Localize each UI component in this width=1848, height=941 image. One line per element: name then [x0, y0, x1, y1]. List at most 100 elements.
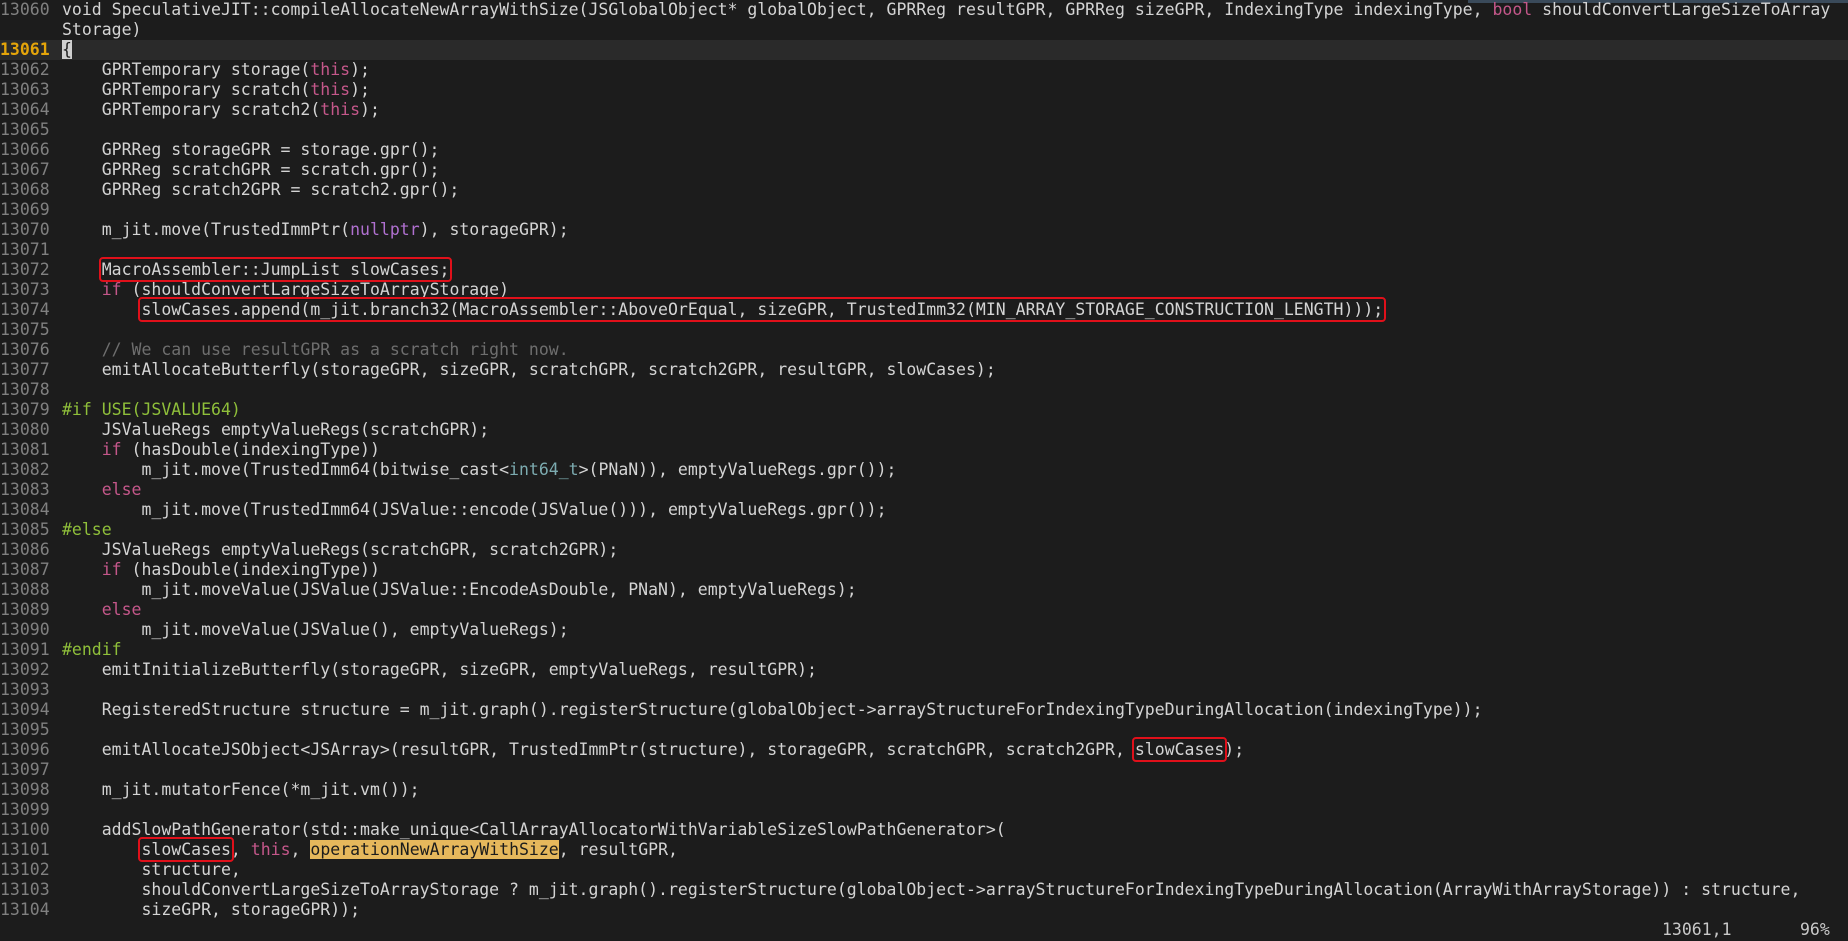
line-number: 13104: [0, 900, 50, 919]
line-text: GPRTemporary storage(this);: [62, 60, 370, 79]
code-line[interactable]: 13082 m_jit.move(TrustedImm64(bitwise_ca…: [0, 460, 1848, 480]
line-number: 13086: [0, 540, 50, 559]
code-line[interactable]: 13071: [0, 240, 1848, 260]
line-number: 13080: [0, 420, 50, 439]
code-line[interactable]: 13075: [0, 320, 1848, 340]
code-line[interactable]: 13087 if (hasDouble(indexingType)): [0, 560, 1848, 580]
line-text: GPRTemporary scratch2(this);: [62, 100, 380, 119]
line-number: 13083: [0, 480, 50, 499]
code-line[interactable]: 13103 shouldConvertLargeSizeToArrayStora…: [0, 880, 1848, 900]
line-number: 13085: [0, 520, 50, 539]
code-line[interactable]: 13079 #if USE(JSVALUE64): [0, 400, 1848, 420]
code-line[interactable]: 13066 GPRReg storageGPR = storage.gpr();: [0, 140, 1848, 160]
code-line[interactable]: 13084 m_jit.move(TrustedImm64(JSValue::e…: [0, 500, 1848, 520]
line-text: #else: [62, 520, 112, 539]
code-line[interactable]: 13060 void SpeculativeJIT::compileAllocat…: [0, 0, 1848, 20]
text-cursor: {: [62, 40, 72, 59]
code-line[interactable]: 13081 if (hasDouble(indexingType)): [0, 440, 1848, 460]
code-line[interactable]: 13090 m_jit.moveValue(JSValue(), emptyVa…: [0, 620, 1848, 640]
line-number: 13071: [0, 240, 50, 259]
line-text: #endif: [62, 640, 122, 659]
code-line[interactable]: 13094 RegisteredStructure structure = m_…: [0, 700, 1848, 720]
line-text: m_jit.moveValue(JSValue(), emptyValueReg…: [62, 620, 569, 639]
line-text: slowCases.append(m_jit.branch32(MacroAss…: [138, 297, 1387, 322]
code-line[interactable]: 13067 GPRReg scratchGPR = scratch.gpr();: [0, 160, 1848, 180]
code-line[interactable]: 13080 JSValueRegs emptyValueRegs(scratch…: [0, 420, 1848, 440]
line-text: slowCases, this, operationNewArrayWithSi…: [138, 837, 678, 862]
code-line[interactable]: 13104 sizeGPR, storageGPR));: [0, 900, 1848, 920]
line-text: m_jit.moveValue(JSValue(JSValue::EncodeA…: [62, 580, 857, 599]
code-line[interactable]: 13077 emitAllocateButterfly(storageGPR, …: [0, 360, 1848, 380]
line-number: 13074: [0, 300, 50, 319]
line-number: 13100: [0, 820, 50, 839]
line-number: 13089: [0, 600, 50, 619]
line-text: Storage): [62, 20, 142, 39]
line-text: if (hasDouble(indexingType)): [101, 560, 380, 579]
line-number: 13078: [0, 380, 50, 399]
code-lines: 13060 void SpeculativeJIT::compileAllocat…: [0, 0, 1848, 920]
line-number: 13061: [0, 40, 50, 59]
line-number: 13088: [0, 580, 50, 599]
line-number: 13066: [0, 140, 50, 159]
code-line[interactable]: 13061 {: [0, 40, 1848, 60]
code-line[interactable]: 13063 GPRTemporary scratch(this);: [0, 80, 1848, 100]
line-text: emitInitializeButterfly(storageGPR, size…: [62, 660, 817, 679]
code-line[interactable]: 13093: [0, 680, 1848, 700]
code-line[interactable]: 13102 structure,: [0, 860, 1848, 880]
line-number: 13096: [0, 740, 50, 759]
line-number: 13102: [0, 860, 50, 879]
line-number: 13087: [0, 560, 50, 579]
code-line[interactable]: 13101 slowCases, this, operationNewArray…: [0, 837, 1848, 862]
code-line[interactable]: 13091 #endif: [0, 640, 1848, 660]
line-text: shouldConvertLargeSizeToArrayStorage ? m…: [62, 880, 1801, 899]
code-line[interactable]: 13085 #else: [0, 520, 1848, 540]
code-line[interactable]: 13089 else: [0, 600, 1848, 620]
code-line[interactable]: 13064 GPRTemporary scratch2(this);: [0, 100, 1848, 120]
code-line[interactable]: 13096 emitAllocateJSObject<JSArray>(resu…: [0, 737, 1848, 762]
code-line[interactable]: 13070 m_jit.move(TrustedImmPtr(nullptr),…: [0, 220, 1848, 240]
code-line[interactable]: 13074 slowCases.append(m_jit.branch32(Ma…: [0, 297, 1848, 322]
code-line[interactable]: 13083 else: [0, 480, 1848, 500]
code-line[interactable]: 13100 addSlowPathGenerator(std::make_uni…: [0, 820, 1848, 840]
code-line[interactable]: 13065: [0, 120, 1848, 140]
code-line[interactable]: 13086 JSValueRegs emptyValueRegs(scratch…: [0, 540, 1848, 560]
line-number: 13064: [0, 100, 50, 119]
line-number: 13060: [0, 0, 50, 19]
code-line[interactable]: 13076 // We can use resultGPR as a scrat…: [0, 340, 1848, 360]
line-text: else: [101, 600, 142, 619]
code-line[interactable]: 13099: [0, 800, 1848, 820]
line-text: GPRReg scratchGPR = scratch.gpr();: [62, 160, 440, 179]
line-number: 13090: [0, 620, 50, 639]
line-number: 13076: [0, 340, 50, 359]
code-line[interactable]: Storage): [0, 20, 1848, 40]
line-number: 13099: [0, 800, 50, 819]
line-text: GPRReg storageGPR = storage.gpr();: [62, 140, 440, 159]
line-text: JSValueRegs emptyValueRegs(scratchGPR, s…: [62, 540, 619, 559]
code-line[interactable]: 13072 MacroAssembler::JumpList slowCases…: [0, 257, 1848, 282]
line-text: #if USE(JSVALUE64): [62, 400, 241, 419]
line-text: emitAllocateJSObject<JSArray>(resultGPR,…: [62, 737, 1245, 762]
line-number: 13097: [0, 760, 50, 779]
code-line[interactable]: 13097: [0, 760, 1848, 780]
code-line[interactable]: 13069: [0, 200, 1848, 220]
code-line[interactable]: 13095: [0, 720, 1848, 740]
line-text: void SpeculativeJIT::compileAllocateNewA…: [62, 0, 1831, 19]
line-text: else: [101, 480, 142, 499]
line-number: 13063: [0, 80, 50, 99]
code-editor[interactable]: 13060 void SpeculativeJIT::compileAllocat…: [0, 0, 1848, 941]
line-number: 13081: [0, 440, 50, 459]
code-line[interactable]: 13078: [0, 380, 1848, 400]
line-text: structure,: [62, 860, 241, 879]
line-number: 13077: [0, 360, 50, 379]
line-text: emitAllocateButterfly(storageGPR, sizeGP…: [62, 360, 996, 379]
code-line[interactable]: 13098 m_jit.mutatorFence(*m_jit.vm());: [0, 780, 1848, 800]
code-line[interactable]: 13088 m_jit.moveValue(JSValue(JSValue::E…: [0, 580, 1848, 600]
code-line[interactable]: 13068 GPRReg scratch2GPR = scratch2.gpr(…: [0, 180, 1848, 200]
line-text: GPRTemporary scratch(this);: [62, 80, 370, 99]
line-text: m_jit.mutatorFence(*m_jit.vm());: [62, 780, 420, 799]
code-line[interactable]: 13092 emitInitializeButterfly(storageGPR…: [0, 660, 1848, 680]
line-number: 13091: [0, 640, 50, 659]
line-text: m_jit.move(TrustedImmPtr(nullptr), stora…: [62, 220, 569, 239]
code-line[interactable]: 13062 GPRTemporary storage(this);: [0, 60, 1848, 80]
code-line[interactable]: 13073 if (shouldConvertLargeSizeToArrayS…: [0, 280, 1848, 300]
